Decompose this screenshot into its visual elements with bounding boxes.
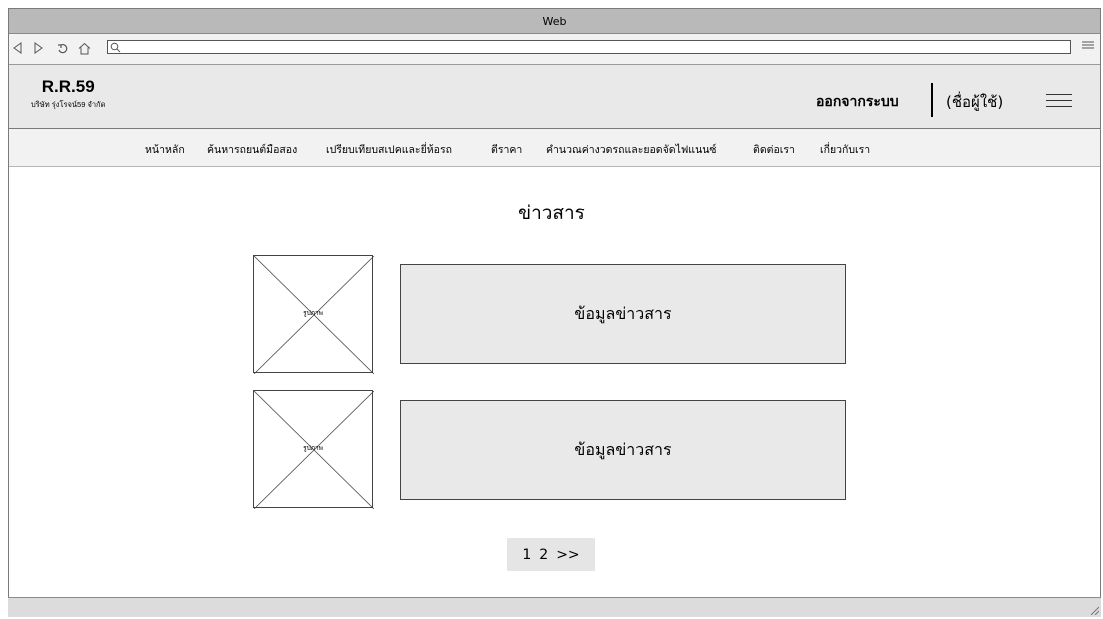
brand-logo[interactable]: R.R.59 บริษัท รุ่งโรจน์59 จำกัด <box>31 77 105 110</box>
hamburger-icon[interactable] <box>1046 94 1072 107</box>
forward-icon[interactable] <box>31 41 45 55</box>
page-link-2[interactable]: 2 <box>539 547 548 563</box>
news-image-placeholder[interactable]: รูปภาพ <box>253 390 374 509</box>
next-page-link[interactable]: >> <box>556 547 579 563</box>
brand-name: R.R.59 <box>41 77 95 96</box>
pagination: 1 2 >> <box>507 538 595 571</box>
logout-link[interactable]: ออกจากระบบ <box>816 91 899 113</box>
search-icon <box>110 39 121 56</box>
menu-icon[interactable] <box>1082 39 1094 55</box>
menu-item-appraisal[interactable]: ตีราคา <box>491 141 522 158</box>
news-item[interactable]: ข้อมูลข่าวสาร <box>400 400 846 500</box>
brand-subtitle: บริษัท รุ่งโรจน์59 จำกัด <box>31 100 106 109</box>
news-text: ข้อมูลข่าวสาร <box>574 303 672 323</box>
image-label: รูปภาพ <box>303 309 323 317</box>
menu-item-search-used-cars[interactable]: ค้นหารถยนต์มือสอง <box>207 141 297 158</box>
browser-toolbar <box>9 34 1100 65</box>
site-header: R.R.59 บริษัท รุ่งโรจน์59 จำกัด ออกจากระ… <box>9 65 1100 129</box>
menu-item-contact[interactable]: ติดต่อเรา <box>753 141 795 158</box>
news-item[interactable]: ข้อมูลข่าวสาร <box>400 264 846 364</box>
menu-item-compare-specs[interactable]: เปรียบเทียบสเปคและยี่ห้อรถ <box>326 141 452 158</box>
menu-item-about[interactable]: เกี่ยวกับเรา <box>820 141 870 158</box>
back-icon[interactable] <box>11 41 25 55</box>
news-image-placeholder[interactable]: รูปภาพ <box>253 255 374 374</box>
header-divider <box>931 83 933 117</box>
menu-item-finance-calculator[interactable]: คำนวณค่างวดรถและยอดจัดไฟแนนซ์ <box>546 141 717 158</box>
menu-item-home[interactable]: หน้าหลัก <box>145 141 185 158</box>
main-menu: หน้าหลัก ค้นหารถยนต์มือสอง เปรียบเทียบสเ… <box>9 129 1100 167</box>
resize-grip-icon[interactable] <box>1089 605 1099 615</box>
window-title: Web <box>542 14 567 28</box>
refresh-icon[interactable] <box>55 41 69 55</box>
home-icon[interactable] <box>77 41 91 55</box>
image-label: รูปภาพ <box>303 444 323 452</box>
address-bar[interactable] <box>107 40 1071 54</box>
news-text: ข้อมูลข่าวสาร <box>574 439 672 459</box>
username-link[interactable]: (ชื่อผู้ใช้) <box>946 90 1003 114</box>
title-bar: Web <box>9 9 1100 34</box>
page-title: ข่าวสาร <box>518 202 585 224</box>
status-bar <box>8 597 1101 617</box>
page-link-1[interactable]: 1 <box>522 547 531 563</box>
